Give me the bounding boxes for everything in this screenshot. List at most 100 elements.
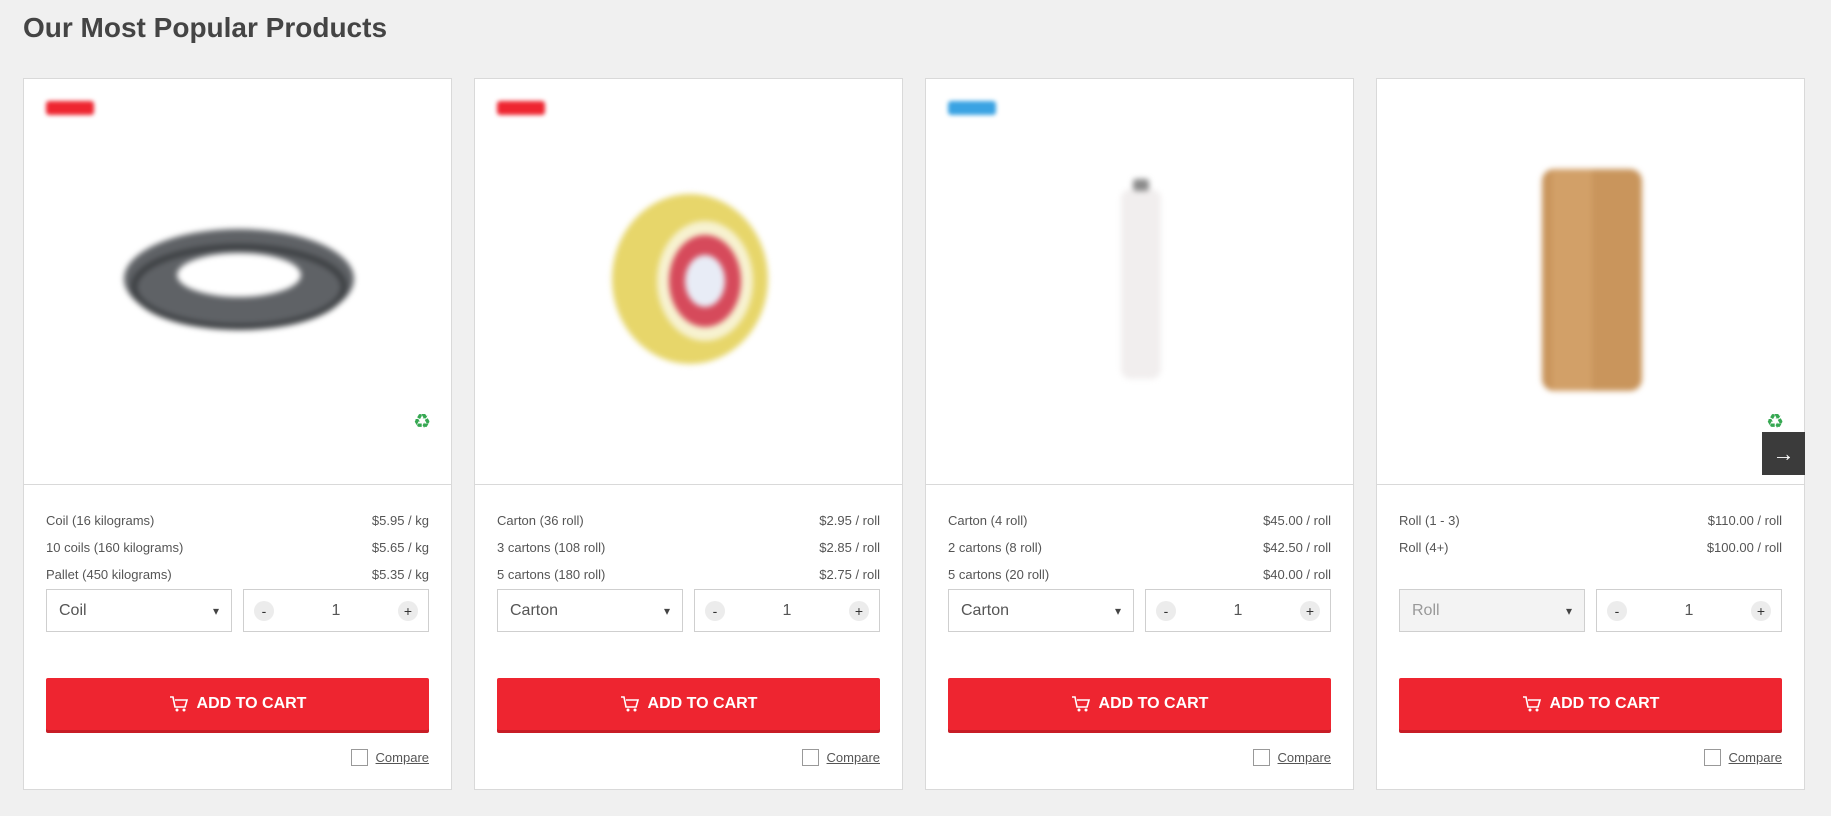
compare-control[interactable]: Compare <box>1703 749 1782 766</box>
tier-label: Pallet (450 kilograms) <box>46 567 172 582</box>
add-to-cart-button[interactable]: ADD TO CART <box>1399 678 1782 730</box>
unit-select-value: Carton <box>510 601 559 619</box>
chevron-down-icon: ▾ <box>212 603 219 618</box>
unit-select-value: Roll <box>1412 601 1440 619</box>
tier-price: $5.35 / kg <box>371 567 429 582</box>
quantity-input[interactable]: 1 <box>783 602 792 620</box>
unit-select[interactable]: Carton ▾ <box>948 589 1134 632</box>
compare-link[interactable]: Compare <box>1278 750 1331 765</box>
quantity-stepper: - 1 + <box>1596 589 1782 632</box>
product-badge <box>948 101 996 115</box>
unit-select-value: Coil <box>59 601 87 619</box>
decrement-button[interactable]: - <box>705 600 725 621</box>
product-sku <box>948 411 951 423</box>
recycle-icon: ♻ <box>1766 411 1784 433</box>
decrement-button[interactable]: - <box>254 600 274 621</box>
product-sku <box>46 411 49 423</box>
decrement-button[interactable]: - <box>1607 600 1627 621</box>
total-price-line <box>46 649 429 663</box>
quantity-input[interactable]: 1 <box>1685 602 1694 620</box>
tier-label: 5 cartons (20 roll) <box>948 567 1050 582</box>
section-title: Our Most Popular Products <box>23 12 388 43</box>
product-image[interactable] <box>986 129 1296 429</box>
unit-select[interactable]: Roll ▾ <box>1399 589 1585 632</box>
product-name[interactable] <box>46 435 411 452</box>
add-to-cart-label: ADD TO CART <box>1098 695 1209 712</box>
product-name[interactable] <box>1399 435 1764 452</box>
tier-label: Carton (4 roll) <box>948 513 1028 528</box>
compare-checkbox[interactable] <box>1703 749 1721 766</box>
compare-link[interactable]: Compare <box>827 750 880 765</box>
price-tiers: Carton (36 roll) $2.95 / roll 3 cartons (… <box>497 507 880 588</box>
add-to-cart-button[interactable]: ADD TO CART <box>497 678 880 730</box>
tier-label: Coil (16 kilograms) <box>46 513 155 528</box>
strapping-coil-image <box>124 229 354 330</box>
unit-select-value: Carton <box>961 601 1010 619</box>
product-image[interactable] <box>535 129 845 429</box>
pallet-wrap-roll-image <box>1121 179 1161 379</box>
compare-checkbox[interactable] <box>350 749 368 766</box>
increment-button[interactable]: + <box>1300 600 1320 621</box>
price-tiers: Carton (4 roll) $45.00 / roll 2 cartons (… <box>948 507 1331 588</box>
carousel-next-arrow-icon[interactable]: → <box>1762 432 1805 475</box>
tier-label: 10 coils (160 kilograms) <box>46 540 184 555</box>
price-tier: Carton (4 roll) $45.00 / roll <box>948 507 1331 534</box>
product-sku <box>1399 411 1402 423</box>
compare-link[interactable]: Compare <box>1729 750 1782 765</box>
chevron-down-icon: ▾ <box>1565 603 1572 618</box>
product-badge <box>46 101 94 115</box>
compare-checkbox[interactable] <box>801 749 819 766</box>
purchase-controls: Carton ▾ - 1 + <box>497 589 880 632</box>
product-card-top[interactable]: ♻ <box>24 79 451 485</box>
increment-button[interactable]: + <box>849 600 869 621</box>
total-price-line <box>948 649 1331 663</box>
compare-control[interactable]: Compare <box>801 749 880 766</box>
compare-control[interactable]: Compare <box>1252 749 1331 766</box>
tape-roll-image <box>612 194 768 364</box>
tier-label: Roll (4+) <box>1399 540 1449 555</box>
decrement-button[interactable]: - <box>1156 600 1176 621</box>
tier-price: $42.50 / roll <box>1263 540 1331 555</box>
chevron-down-icon: ▾ <box>1114 603 1121 618</box>
add-to-cart-button[interactable]: ADD TO CART <box>948 678 1331 730</box>
price-tier: Carton (36 roll) $2.95 / roll <box>497 507 880 534</box>
increment-button[interactable]: + <box>398 600 418 621</box>
total-price-line <box>1399 649 1782 663</box>
compare-control[interactable]: Compare <box>350 749 429 766</box>
add-to-cart-button[interactable]: ADD TO CART <box>46 678 429 730</box>
quantity-stepper: - 1 + <box>694 589 880 632</box>
unit-select[interactable]: Coil ▾ <box>46 589 232 632</box>
tier-price: $2.85 / roll <box>819 540 880 555</box>
tier-label: Roll (1 - 3) <box>1399 513 1460 528</box>
add-to-cart-label: ADD TO CART <box>1549 695 1660 712</box>
purchase-controls: Coil ▾ - 1 + <box>46 589 429 632</box>
purchase-controls: Roll ▾ - 1 + <box>1399 589 1782 632</box>
compare-checkbox[interactable] <box>1252 749 1270 766</box>
quantity-input[interactable]: 1 <box>332 602 341 620</box>
price-tier: 10 coils (160 kilograms) $5.65 / kg <box>46 534 429 561</box>
product-badge <box>497 101 545 115</box>
total-price-line <box>497 649 880 663</box>
quantity-input[interactable]: 1 <box>1234 602 1243 620</box>
product-card-top[interactable] <box>475 79 902 485</box>
increment-button[interactable]: + <box>1751 600 1771 621</box>
cart-icon <box>620 696 639 712</box>
tier-price: $2.75 / roll <box>819 567 880 582</box>
product-card: Carton (4 roll) $45.00 / roll 2 cartons (… <box>925 78 1354 790</box>
recycle-icon: ♻ <box>413 411 431 433</box>
product-name[interactable] <box>948 435 1313 452</box>
price-tiers: Roll (1 - 3) $110.00 / roll Roll (4+) $100… <box>1399 507 1782 561</box>
product-card-top[interactable] <box>926 79 1353 485</box>
unit-select[interactable]: Carton ▾ <box>497 589 683 632</box>
price-tier: 2 cartons (8 roll) $42.50 / roll <box>948 534 1331 561</box>
tier-label: 5 cartons (180 roll) <box>497 567 606 582</box>
product-image[interactable] <box>1437 129 1747 429</box>
price-tier: Pallet (450 kilograms) $5.35 / kg <box>46 561 429 588</box>
price-tier: 3 cartons (108 roll) $2.85 / roll <box>497 534 880 561</box>
product-image[interactable] <box>84 129 394 429</box>
product-sku <box>497 411 500 423</box>
compare-link[interactable]: Compare <box>376 750 429 765</box>
product-card-top[interactable]: ♻ <box>1377 79 1804 485</box>
product-name[interactable] <box>497 435 862 452</box>
product-card: ♻ Coil (16 kilograms) $5.95 / kg 10 coils… <box>23 78 452 790</box>
